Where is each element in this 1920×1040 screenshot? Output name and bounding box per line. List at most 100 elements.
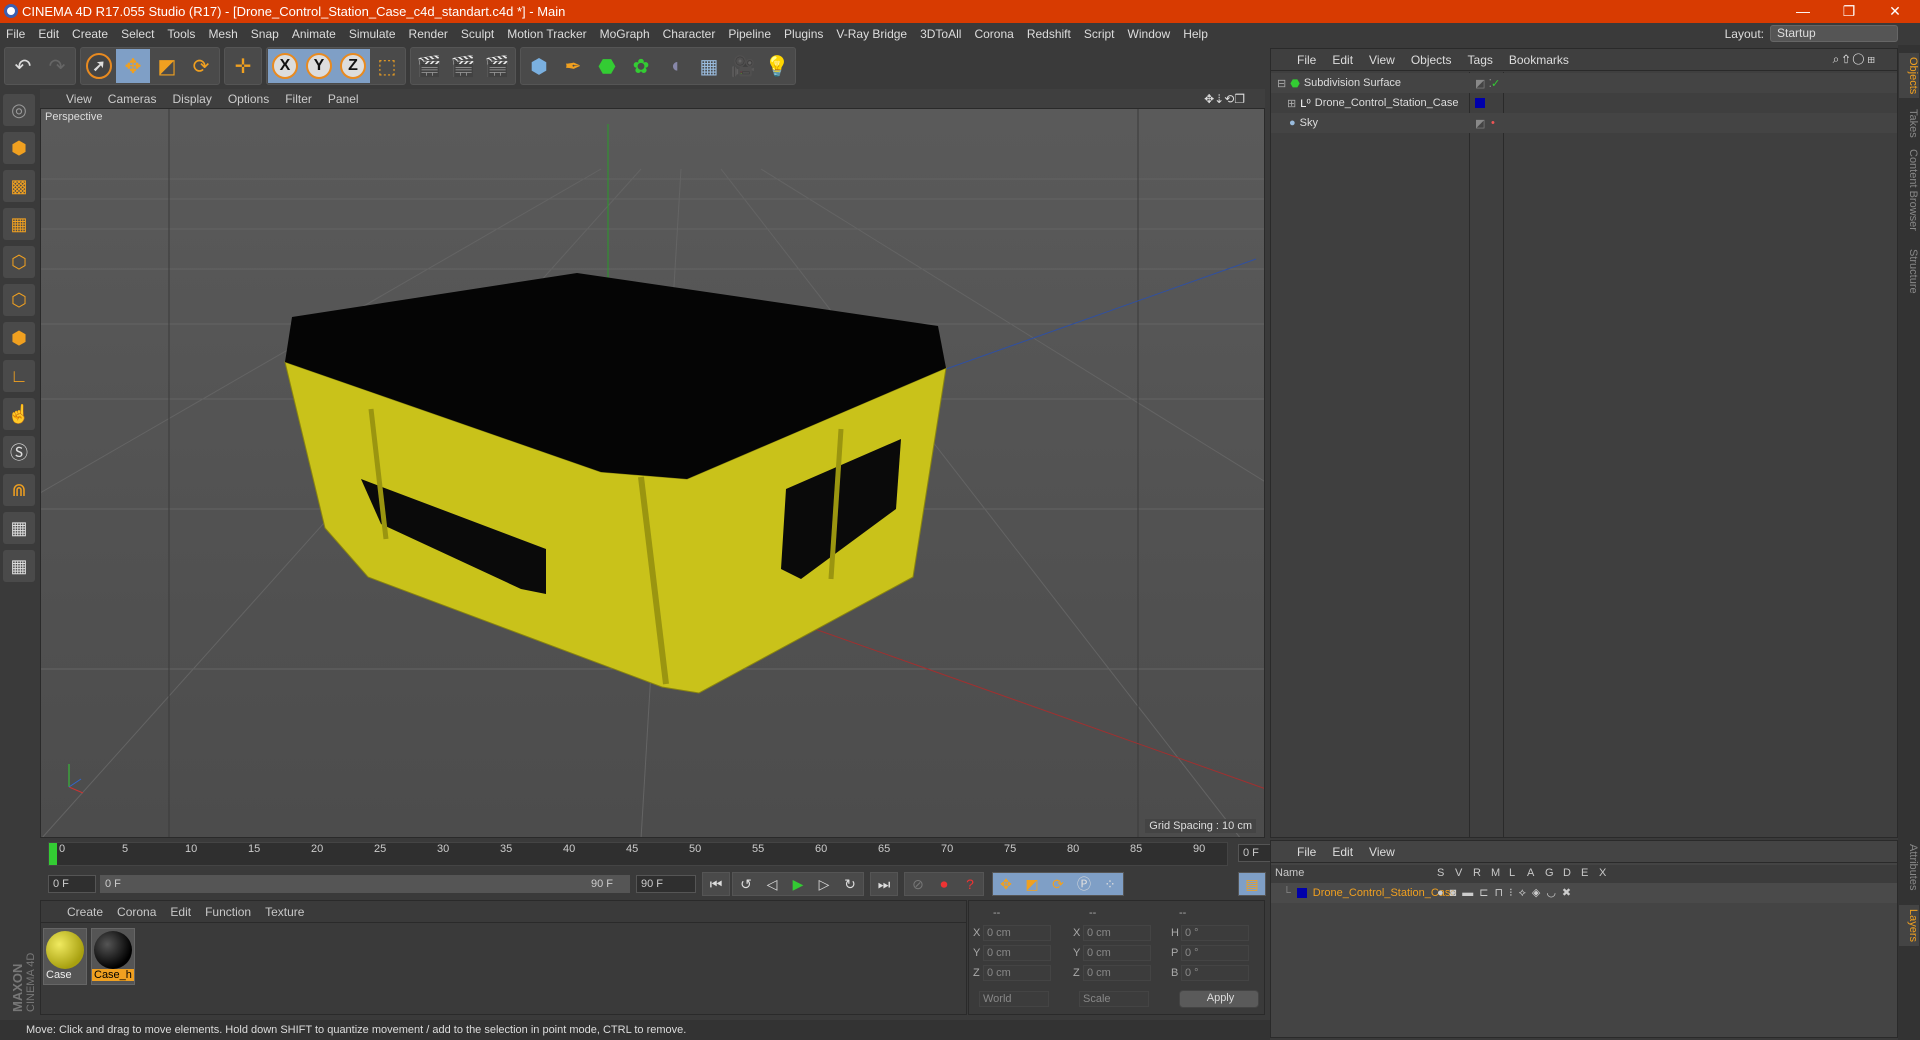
menu-redshift[interactable]: Redshift xyxy=(1027,27,1071,41)
menu-sculpt[interactable]: Sculpt xyxy=(461,27,494,41)
apply-button[interactable]: Apply xyxy=(1179,990,1259,1008)
visibility-dots[interactable]: ◩ ⁚ xyxy=(1475,77,1492,90)
layer-column-header[interactable]: D xyxy=(1563,867,1571,879)
menu-simulate[interactable]: Simulate xyxy=(349,27,396,41)
go-to-start-icon[interactable]: ⏮ xyxy=(703,873,729,895)
layer-column-header[interactable]: G xyxy=(1545,867,1554,879)
z-axis-button[interactable]: Z xyxy=(336,49,370,83)
tab-structure[interactable]: Structure xyxy=(1899,245,1919,298)
object-row-drone-case[interactable]: ⊞ L⁰ Drone_Control_Station_Case xyxy=(1271,93,1897,113)
material-menu-create[interactable]: Create xyxy=(67,905,103,919)
material-menu-edit[interactable]: Edit xyxy=(170,905,191,919)
camera-icon[interactable]: 🎥 xyxy=(726,49,760,83)
cube-icon[interactable]: ⬢ xyxy=(522,49,556,83)
object-search-icon[interactable]: ⌕ ⇧ ◯ ⊞ xyxy=(1833,52,1875,67)
viewport-menu-cameras[interactable]: Cameras xyxy=(108,92,157,106)
points-mode-icon[interactable]: ⬡ xyxy=(3,246,35,278)
menu-character[interactable]: Character xyxy=(663,27,716,41)
menu-plugins[interactable]: Plugins xyxy=(784,27,823,41)
subdivision-surface-icon[interactable]: ⬣ xyxy=(590,49,624,83)
minimize-button[interactable]: — xyxy=(1780,0,1826,23)
object-menu-objects[interactable]: Objects xyxy=(1411,53,1452,67)
axis-mode-icon[interactable]: ∟ xyxy=(3,360,35,392)
key-scale-icon[interactable]: ◩ xyxy=(1019,873,1045,895)
tab-takes[interactable]: Takes xyxy=(1899,105,1919,142)
object-menu-view[interactable]: View xyxy=(1369,53,1395,67)
menu-window[interactable]: Window xyxy=(1128,27,1171,41)
rotate-icon[interactable]: ⟳ xyxy=(184,49,218,83)
visibility-dots[interactable]: ◩ xyxy=(1475,117,1485,130)
coordinate-system-icon[interactable]: ⬚ xyxy=(370,49,404,83)
menu-vray-bridge[interactable]: V-Ray Bridge xyxy=(836,27,907,41)
locked-workplane-icon[interactable]: ▦ xyxy=(3,512,35,544)
autokey-icon[interactable]: ? xyxy=(957,873,983,895)
viewport-menu-options[interactable]: Options xyxy=(228,92,269,106)
menu-mesh[interactable]: Mesh xyxy=(208,27,237,41)
menu-pipeline[interactable]: Pipeline xyxy=(728,27,771,41)
menu-3dtoall[interactable]: 3DToAll xyxy=(920,27,961,41)
object-menu-file[interactable]: File xyxy=(1297,53,1316,67)
previous-frame-icon[interactable]: ◁ xyxy=(759,873,785,895)
menu-edit[interactable]: Edit xyxy=(38,27,59,41)
layer-flag-icons[interactable]: ●◙▬⊏⊓⁝⟡◈◡✖ xyxy=(1437,886,1577,900)
layer-column-header[interactable]: X xyxy=(1599,867,1606,879)
viewport-nav-icons[interactable]: ✥⇣⟲❐ xyxy=(1204,92,1245,106)
layer-menu-file[interactable]: File xyxy=(1297,845,1316,859)
undo-icon[interactable]: ↶ xyxy=(6,49,40,83)
x-axis-button[interactable]: X xyxy=(268,49,302,83)
scale-icon[interactable]: ◩ xyxy=(150,49,184,83)
render-settings-icon[interactable]: 🎬 xyxy=(480,49,514,83)
next-frame-icon[interactable]: ▷ xyxy=(811,873,837,895)
edges-mode-icon[interactable]: ⬡ xyxy=(3,284,35,316)
start-frame-field[interactable]: 0 F xyxy=(48,875,96,893)
material-menu-texture[interactable]: Texture xyxy=(265,905,304,919)
key-position-icon[interactable]: ✥ xyxy=(993,873,1019,895)
next-key-icon[interactable]: ↻ xyxy=(837,873,863,895)
coord-field[interactable]: 0 cm xyxy=(1083,965,1151,981)
tweak-icon[interactable]: ☝ xyxy=(3,398,35,430)
coord-field[interactable]: 0 cm xyxy=(1083,925,1151,941)
polygons-mode-icon[interactable]: ⬢ xyxy=(3,322,35,354)
coord-field[interactable]: 0 cm xyxy=(983,925,1051,941)
3d-viewport[interactable]: Perspective Grid Spacing : 10 cm xyxy=(40,108,1265,838)
magnet-icon[interactable]: ⋒ xyxy=(3,474,35,506)
timeline-ruler[interactable]: 0 5 10 15 20 25 30 35 40 45 50 55 60 65 70 75 80 85 90 xyxy=(48,842,1228,866)
viewport-menu-filter[interactable]: Filter xyxy=(285,92,312,106)
render-dot[interactable]: • xyxy=(1491,117,1495,129)
menu-script[interactable]: Script xyxy=(1084,27,1115,41)
coord-field[interactable]: 0 ° xyxy=(1181,965,1249,981)
close-button[interactable]: ✕ xyxy=(1872,0,1918,23)
coord-field[interactable]: 0 cm xyxy=(1083,945,1151,961)
expand-icon[interactable]: ⊞ xyxy=(1287,97,1296,110)
layer-color-swatch[interactable] xyxy=(1296,888,1307,898)
tab-layers[interactable]: Layers xyxy=(1899,905,1919,947)
make-editable-icon[interactable]: ◎ xyxy=(3,94,35,126)
end-frame-field[interactable]: 90 F xyxy=(636,875,696,893)
model-mode-icon[interactable]: ⬢ xyxy=(3,132,35,164)
layout-dropdown[interactable]: Startup xyxy=(1770,25,1898,42)
viewport-menu-panel[interactable]: Panel xyxy=(328,92,359,106)
menu-file[interactable]: File xyxy=(6,27,25,41)
layer-column-header[interactable]: M xyxy=(1491,867,1500,879)
workplane-icon[interactable]: ▦ xyxy=(3,208,35,240)
menu-animate[interactable]: Animate xyxy=(292,27,336,41)
material-menu-corona[interactable]: Corona xyxy=(117,905,156,919)
redo-icon[interactable]: ↷ xyxy=(40,49,74,83)
layer-column-header[interactable]: L xyxy=(1509,867,1515,879)
layer-column-header[interactable]: R xyxy=(1473,867,1481,879)
object-menu-tags[interactable]: Tags xyxy=(1468,53,1493,67)
layer-column-header[interactable]: S xyxy=(1437,867,1444,879)
texture-mode-icon[interactable]: ▩ xyxy=(3,170,35,202)
snap-icon[interactable]: Ⓢ xyxy=(3,436,35,468)
enabled-check-icon[interactable]: ✓ xyxy=(1491,77,1500,90)
y-axis-button[interactable]: Y xyxy=(302,49,336,83)
coord-field[interactable]: 0 ° xyxy=(1181,945,1249,961)
playhead[interactable] xyxy=(49,843,57,865)
layer-row[interactable]: └ Drone_Control_Station_Case ●◙▬⊏⊓⁝⟡◈◡✖ xyxy=(1271,883,1897,903)
move-tool-icon[interactable]: ✛ xyxy=(226,49,260,83)
menu-help[interactable]: Help xyxy=(1183,27,1208,41)
key-parameter-icon[interactable]: Ⓟ xyxy=(1071,873,1097,895)
layer-color-swatch[interactable] xyxy=(1475,98,1485,108)
material-case-h[interactable]: Case_h xyxy=(91,928,135,985)
menu-tools[interactable]: Tools xyxy=(167,27,195,41)
